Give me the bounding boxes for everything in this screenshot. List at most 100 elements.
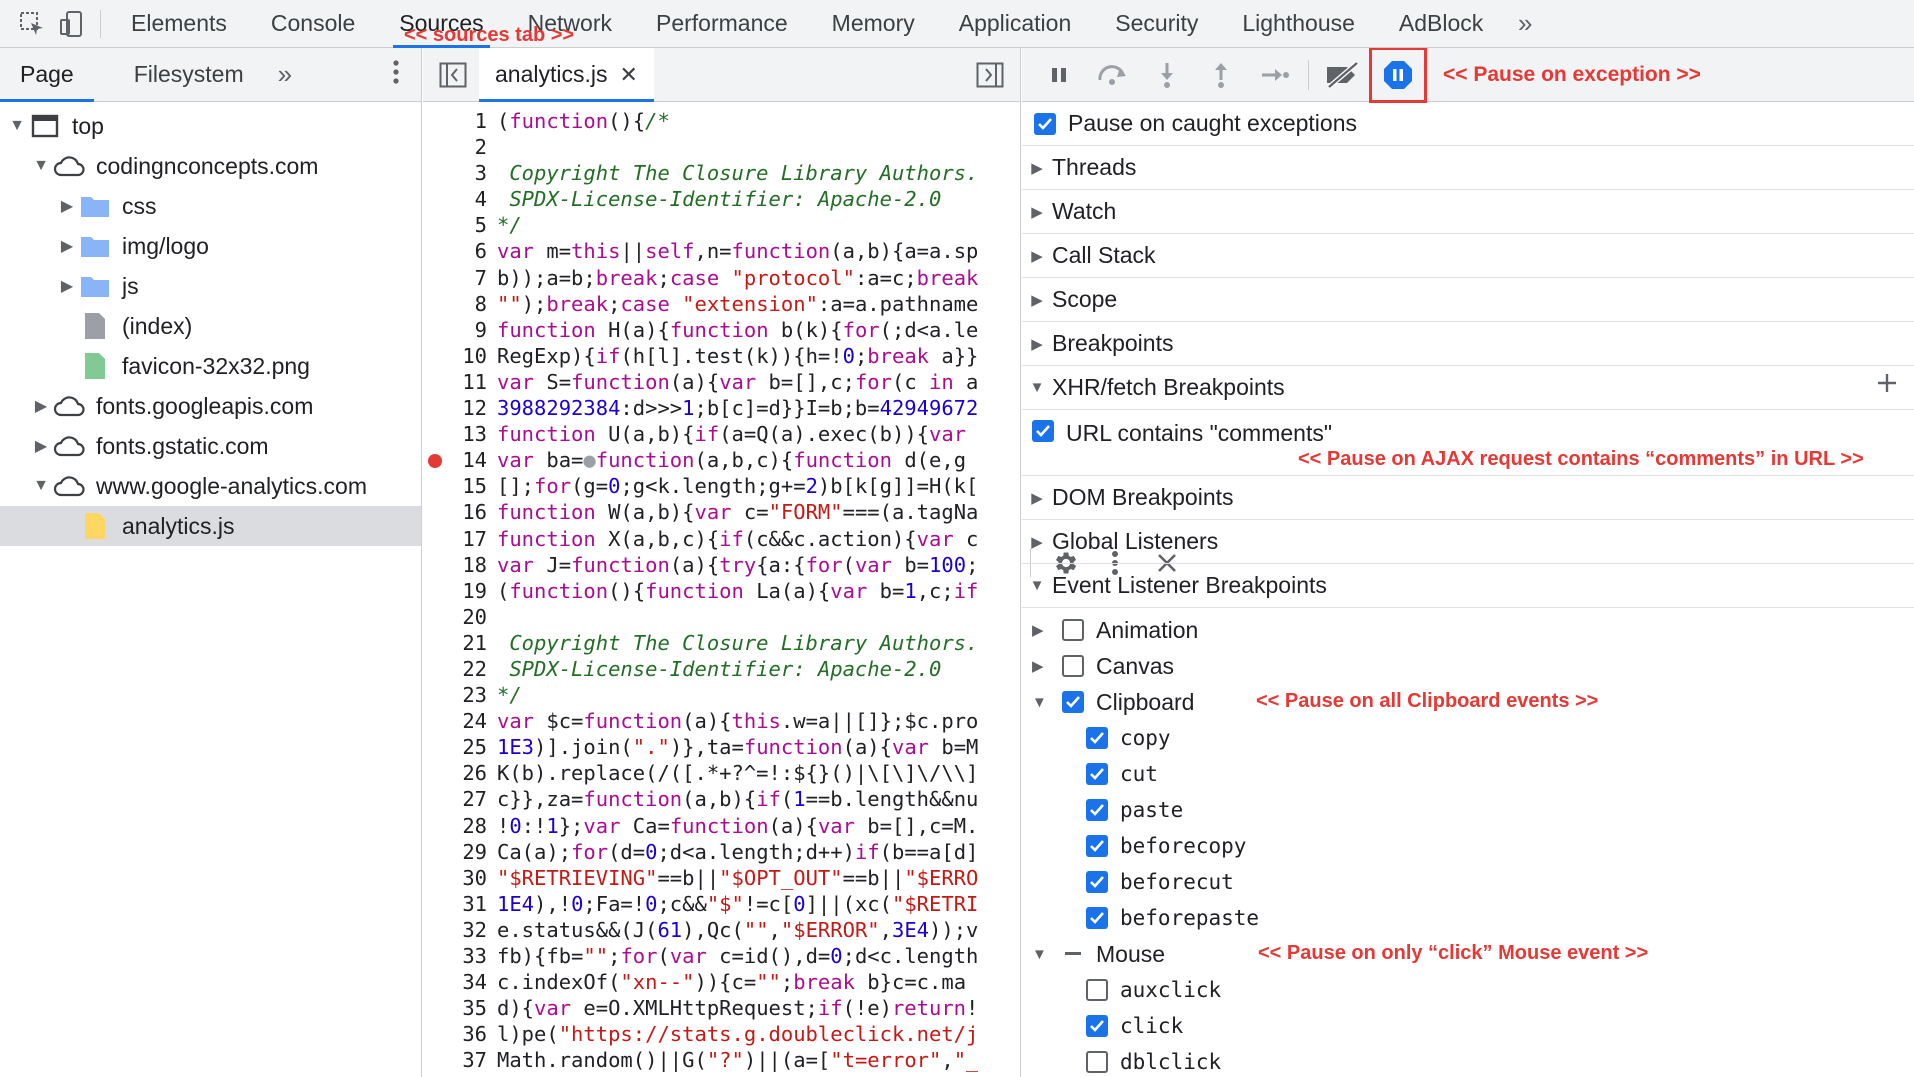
line-number[interactable]: 31	[423, 891, 495, 917]
tab-memory[interactable]: Memory	[810, 0, 937, 48]
line-number[interactable]: 4	[423, 186, 495, 212]
section-watch[interactable]: ▶ Watch	[1022, 190, 1914, 234]
close-tab-icon[interactable]: ✕	[619, 62, 637, 88]
line-number[interactable]: 5	[423, 212, 495, 238]
checkbox-checked-icon[interactable]	[1032, 420, 1054, 442]
checkbox-checked-icon[interactable]	[1086, 727, 1108, 749]
code-line[interactable]: 15 [];for(g=0;g<k.length;g+=2)b[k[g]]=H(k…	[423, 473, 1020, 499]
checkbox-unchecked-icon[interactable]	[1086, 1051, 1108, 1073]
tree-item-folder[interactable]: ▶ js	[0, 266, 421, 306]
tab-elements[interactable]: Elements	[109, 0, 249, 48]
tab-filesystem[interactable]: Filesystem	[94, 48, 264, 102]
line-number[interactable]: 19	[423, 578, 495, 604]
code-line[interactable]: 34 c.indexOf("xn--")){c="";break b}c=c.ma	[423, 969, 1020, 995]
tab-security[interactable]: Security	[1093, 0, 1220, 48]
code-line[interactable]: 8 "");break;case "extension":a=a.pathname	[423, 291, 1020, 317]
code-line[interactable]: 21 Copyright The Closure Library Authors…	[423, 630, 1020, 656]
pause-caught-exceptions-row[interactable]: Pause on caught exceptions	[1022, 102, 1914, 146]
line-number[interactable]: 21	[423, 630, 495, 656]
code-line[interactable]: 1 (function(){/*	[423, 108, 1020, 134]
tree-item-domain[interactable]: ▼ www.google-analytics.com	[0, 466, 421, 506]
line-number[interactable]: 14	[423, 447, 495, 473]
line-number[interactable]: 24	[423, 708, 495, 734]
event-item[interactable]: beforecopy	[1022, 828, 1914, 864]
toggle-navigator-icon[interactable]	[439, 62, 467, 93]
code-line[interactable]: 32 e.status&&(J(61),Qc("","$ERROR",3E4));…	[423, 917, 1020, 943]
code-line[interactable]: 29 Ca(a);for(d=0;d<a.length;d++)if(b==a[d…	[423, 839, 1020, 865]
line-number[interactable]: 36	[423, 1021, 495, 1047]
checkbox-unchecked-icon[interactable]	[1086, 979, 1108, 1001]
tab-lighthouse[interactable]: Lighthouse	[1220, 0, 1377, 48]
collapsed-caret-icon[interactable]: ▶	[56, 196, 78, 216]
deactivate-breakpoints-icon[interactable]	[1315, 48, 1369, 102]
checkbox-checked-icon[interactable]	[1086, 907, 1108, 929]
code-line[interactable]: 37 Math.random()||G("?")||(a=["t=error","…	[423, 1047, 1020, 1073]
collapsed-caret-icon[interactable]: ▶	[1032, 621, 1062, 639]
code-line[interactable]: 23 */	[423, 682, 1020, 708]
line-number[interactable]: 1	[423, 108, 495, 134]
code-line[interactable]: 3 Copyright The Closure Library Authors.	[423, 160, 1020, 186]
line-number[interactable]: 20	[423, 604, 495, 630]
line-number[interactable]: 6	[423, 238, 495, 264]
inspect-element-icon[interactable]	[12, 0, 52, 48]
code-line[interactable]: 19 (function(){function La(a){var b=1,c;i…	[423, 578, 1020, 604]
line-number[interactable]: 8	[423, 291, 495, 317]
tree-item-domain[interactable]: ▶ fonts.gstatic.com	[0, 426, 421, 466]
code-line[interactable]: 16 function W(a,b){var c="FORM"===(a.tagN…	[423, 499, 1020, 525]
pause-on-exceptions-icon[interactable]	[1369, 48, 1427, 103]
checkbox-checked-icon[interactable]	[1034, 112, 1056, 135]
checkbox-checked-icon[interactable]	[1086, 763, 1108, 785]
line-number[interactable]: 18	[423, 552, 495, 578]
checkbox-unchecked-icon[interactable]	[1062, 655, 1084, 677]
step-icon[interactable]	[1248, 48, 1302, 102]
tab-performance[interactable]: Performance	[634, 0, 810, 48]
event-item[interactable]: copy	[1022, 720, 1914, 756]
source-code[interactable]: 1 (function(){/* 2 3 Copyright The Closure …	[423, 102, 1020, 1073]
line-number[interactable]: 7	[423, 265, 495, 291]
checkbox-checked-icon[interactable]	[1062, 691, 1084, 713]
category-mouse[interactable]: ▼ Mouse << Pause on only “click” Mouse e…	[1022, 936, 1914, 972]
code-line[interactable]: 22 SPDX-License-Identifier: Apache-2.0	[423, 656, 1020, 682]
expanded-caret-icon[interactable]: ▼	[1032, 946, 1062, 963]
line-number[interactable]: 3	[423, 160, 495, 186]
section-call-stack[interactable]: ▶ Call Stack	[1022, 234, 1914, 278]
code-line[interactable]: 27 c}},za=function(a,b){if(1==b.length&&n…	[423, 786, 1020, 812]
more-tabs-icon[interactable]: »	[1505, 0, 1545, 48]
collapsed-caret-icon[interactable]: ▶	[56, 276, 78, 296]
step-out-icon[interactable]	[1194, 48, 1248, 102]
event-item[interactable]: cut	[1022, 756, 1914, 792]
line-number[interactable]: 25	[423, 734, 495, 760]
collapsed-caret-icon[interactable]: ▶	[30, 396, 52, 416]
code-line[interactable]: 2	[423, 134, 1020, 160]
code-line[interactable]: 10 RegExp){if(h[l].test(k)){h=!0;break a}…	[423, 343, 1020, 369]
category-clipboard[interactable]: ▼ Clipboard << Pause on all Clipboard ev…	[1022, 684, 1914, 720]
add-icon[interactable]	[1876, 372, 1898, 400]
tree-item-folder[interactable]: ▶ img/logo	[0, 226, 421, 266]
code-line[interactable]: 24 var $c=function(a){this.w=a||[]};$c.pr…	[423, 708, 1020, 734]
code-line[interactable]: 26 K(b).replace(/([.*+?^=!:${}()|\[\]\/\\…	[423, 760, 1020, 786]
tree-item-domain[interactable]: ▶ fonts.googleapis.com	[0, 386, 421, 426]
tree-item-top[interactable]: ▼ top	[0, 106, 421, 146]
category-animation[interactable]: ▶ Animation	[1022, 612, 1914, 648]
line-number[interactable]: 15	[423, 473, 495, 499]
line-number[interactable]: 27	[423, 786, 495, 812]
collapsed-caret-icon[interactable]: ▶	[30, 436, 52, 456]
line-number[interactable]: 32	[423, 917, 495, 943]
line-number[interactable]: 23	[423, 682, 495, 708]
code-line[interactable]: 9 function H(a){function b(k){for(;d<a.le	[423, 317, 1020, 343]
tree-item-file[interactable]: (index)	[0, 306, 421, 346]
line-number[interactable]: 12	[423, 395, 495, 421]
code-line[interactable]: 30 "$RETRIEVING"==b||"$OPT_OUT"==b||"$ERR…	[423, 865, 1020, 891]
more-tabs-icon[interactable]: »	[278, 59, 292, 90]
code-line[interactable]: 35 d){var e=O.XMLHttpRequest;if(!e)return…	[423, 995, 1020, 1021]
section-event-listener-breakpoints[interactable]: ▼ Event Listener Breakpoints	[1022, 564, 1914, 608]
tab-page[interactable]: Page	[0, 48, 94, 102]
section-breakpoints[interactable]: ▶ Breakpoints	[1022, 322, 1914, 366]
code-line[interactable]: 4 SPDX-License-Identifier: Apache-2.0	[423, 186, 1020, 212]
expanded-caret-icon[interactable]: ▼	[1032, 694, 1062, 711]
event-item[interactable]: beforecut	[1022, 864, 1914, 900]
tree-item-folder[interactable]: ▶ css	[0, 186, 421, 226]
expanded-caret-icon[interactable]: ▼	[30, 157, 52, 175]
xhr-breakpoint-entry[interactable]: URL contains "comments" << Pause on AJAX…	[1022, 410, 1914, 476]
tab-adblock[interactable]: AdBlock	[1377, 0, 1505, 48]
